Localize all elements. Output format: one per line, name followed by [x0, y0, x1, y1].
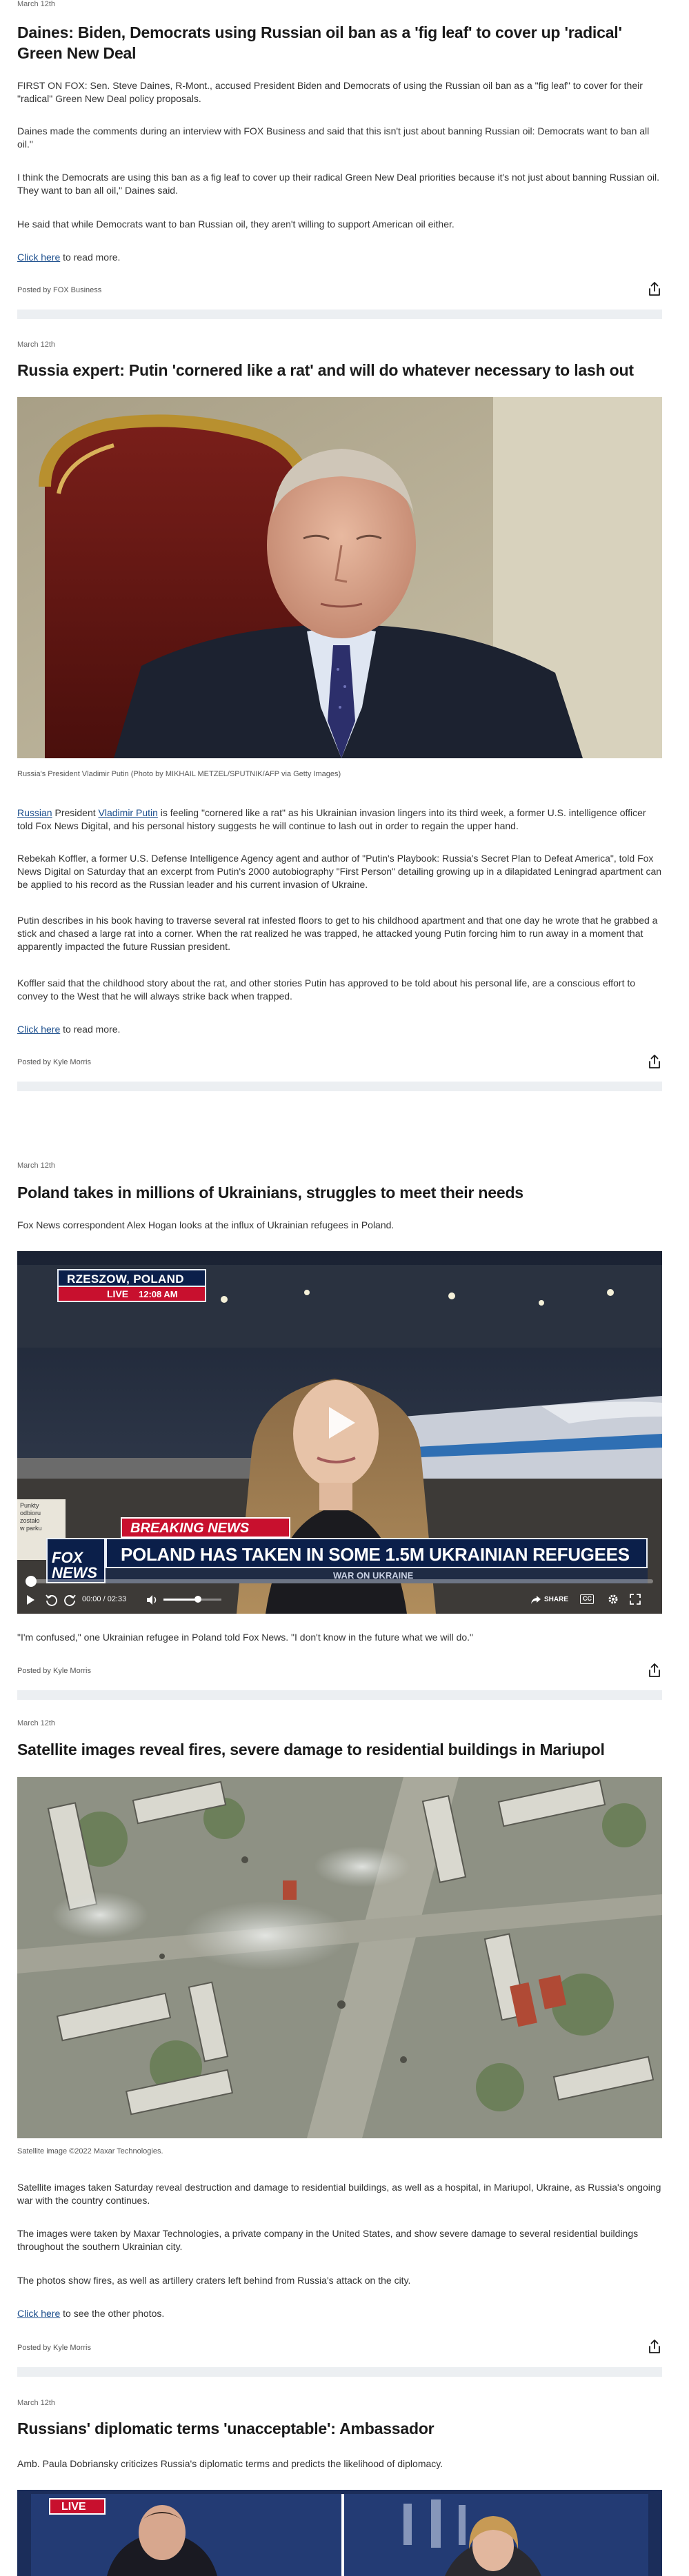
video-scrubber-handle[interactable]: [26, 1576, 37, 1587]
location-label: RZESZOW, POLAND: [67, 1272, 184, 1286]
post-title: Satellite images reveal fires, severe da…: [17, 1741, 605, 1758]
post-divider: [17, 1082, 662, 1091]
post-paragraph: Russian President Vladimir Putin is feel…: [17, 807, 646, 831]
putin-photo-illustration: [17, 397, 662, 758]
posted-by: Posted by Kyle Morris: [17, 1058, 91, 1066]
post-divider: [17, 310, 662, 319]
headline-text: POLAND HAS TAKEN IN SOME 1.5M UKRAINIAN …: [121, 1544, 630, 1565]
image-caption: Satellite image ©2022 Maxar Technologies…: [17, 2147, 163, 2156]
putin-photo: [17, 397, 662, 758]
post-date: March 12th: [17, 0, 56, 8]
russia-link[interactable]: Russian: [17, 807, 52, 818]
read-more: Click here to read more.: [17, 1024, 121, 1035]
share-video-label[interactable]: SHARE: [544, 1596, 568, 1603]
share-icon[interactable]: [647, 281, 662, 296]
post-date: March 12th: [17, 1719, 56, 1727]
fox-news-logo-text: FOX NEWS: [52, 1549, 97, 1581]
breaking-news-label: BREAKING NEWS: [130, 1521, 250, 1536]
share-icon[interactable]: [647, 2339, 662, 2354]
forward-icon[interactable]: [63, 1593, 77, 1610]
share-video-icon[interactable]: [530, 1594, 541, 1609]
settings-gear-icon[interactable]: [608, 1594, 619, 1608]
posted-by: Posted by Kyle Morris: [17, 1667, 91, 1675]
post-paragraph: Satellite images taken Saturday reveal d…: [17, 2182, 661, 2206]
live-time: 12:08 AM: [139, 1289, 178, 1299]
post-date: March 12th: [17, 1162, 56, 1170]
read-more: Click here to read more.: [17, 252, 121, 263]
share-icon[interactable]: [647, 1054, 662, 1069]
fox-news-logo: FOX NEWS: [46, 1538, 106, 1583]
rewind-icon[interactable]: [45, 1593, 59, 1610]
post-intro: Fox News correspondent Alex Hogan looks …: [17, 1219, 395, 1230]
post-divider: [17, 1690, 662, 1700]
read-more-link[interactable]: Click here: [17, 1024, 60, 1035]
live-blog-feed: March 12th Daines: Biden, Democrats usin…: [0, 0, 689, 2576]
post-paragraph: He said that while Democrats want to ban…: [17, 219, 455, 230]
satellite-photo-illustration: [17, 1777, 662, 2138]
video-player[interactable]: RZESZOW, POLAND LIVE 12:08 AM Punkty odb…: [17, 1251, 662, 1614]
volume-handle[interactable]: [194, 1596, 202, 1603]
live-bar: LIVE 12:08 AM: [57, 1287, 206, 1302]
post-title: Daines: Biden, Democrats using Russian o…: [17, 23, 622, 62]
volume-fill: [163, 1599, 199, 1601]
post-title: Russians' diplomatic terms 'unacceptable…: [17, 2420, 435, 2437]
video-controls: 00:00 / 02:33 SHARE CC: [17, 1588, 662, 1614]
post-paragraph: Daines made the comments during an inter…: [17, 125, 650, 150]
play-control-icon[interactable]: [26, 1594, 35, 1609]
post-paragraph: The photos show fires, as well as artill…: [17, 2275, 411, 2286]
video-timecode: 00:00 / 02:33: [82, 1595, 127, 1603]
putin-link[interactable]: Vladimir Putin: [99, 807, 158, 818]
read-more-link[interactable]: Click here: [17, 252, 60, 263]
post-quote: "I'm confused," one Ukrainian refugee in…: [17, 1632, 474, 1643]
closed-captions-icon[interactable]: CC: [580, 1594, 594, 1604]
volume-icon[interactable]: [146, 1594, 158, 1610]
post-title: Russia expert: Putin 'cornered like a ra…: [17, 361, 634, 379]
video-player[interactable]: LIVE: [17, 2490, 662, 2576]
post-intro: Amb. Paula Dobriansky criticizes Russia'…: [17, 2458, 443, 2469]
fullscreen-icon[interactable]: [630, 1594, 641, 1608]
read-more-link[interactable]: Click here: [17, 2308, 60, 2319]
volume-slider[interactable]: [163, 1596, 221, 1603]
posted-by: Posted by Kyle Morris: [17, 2344, 91, 2352]
share-icon[interactable]: [647, 1663, 662, 1678]
location-bar: RZESZOW, POLAND: [57, 1269, 206, 1287]
post-date: March 12th: [17, 341, 56, 349]
live-label: LIVE: [107, 1288, 129, 1299]
post-paragraph: Rebekah Koffler, a former U.S. Defense I…: [17, 853, 662, 890]
posted-by: Posted by FOX Business: [17, 286, 102, 294]
post-divider: [17, 2367, 662, 2377]
video-progress-track[interactable]: [26, 1576, 653, 1587]
read-more: Click here to see the other photos.: [17, 2308, 165, 2319]
post-title: Poland takes in millions of Ukrainians, …: [17, 1184, 523, 1201]
live-badge: LIVE: [49, 2498, 106, 2515]
post-paragraph: FIRST ON FOX: Sen. Steve Daines, R-Mont.…: [17, 80, 643, 104]
post-paragraph: Koffler said that the childhood story ab…: [17, 977, 636, 1002]
post-paragraph: I think the Democrats are using this ban…: [17, 172, 660, 196]
headline-banner: POLAND HAS TAKEN IN SOME 1.5M UKRAINIAN …: [106, 1538, 648, 1568]
post-paragraph: Putin describes in his book having to tr…: [17, 915, 658, 952]
post-date: March 12th: [17, 2399, 56, 2407]
play-icon[interactable]: [318, 1401, 361, 1444]
satellite-photo: [17, 1777, 662, 2138]
post-paragraph: The images were taken by Maxar Technolog…: [17, 2228, 639, 2252]
image-caption: Russia's President Vladimir Putin (Photo…: [17, 770, 341, 778]
video-frame: [17, 2490, 662, 2576]
live-label: LIVE: [61, 2501, 86, 2513]
breaking-news-banner: BREAKING NEWS: [121, 1517, 290, 1538]
